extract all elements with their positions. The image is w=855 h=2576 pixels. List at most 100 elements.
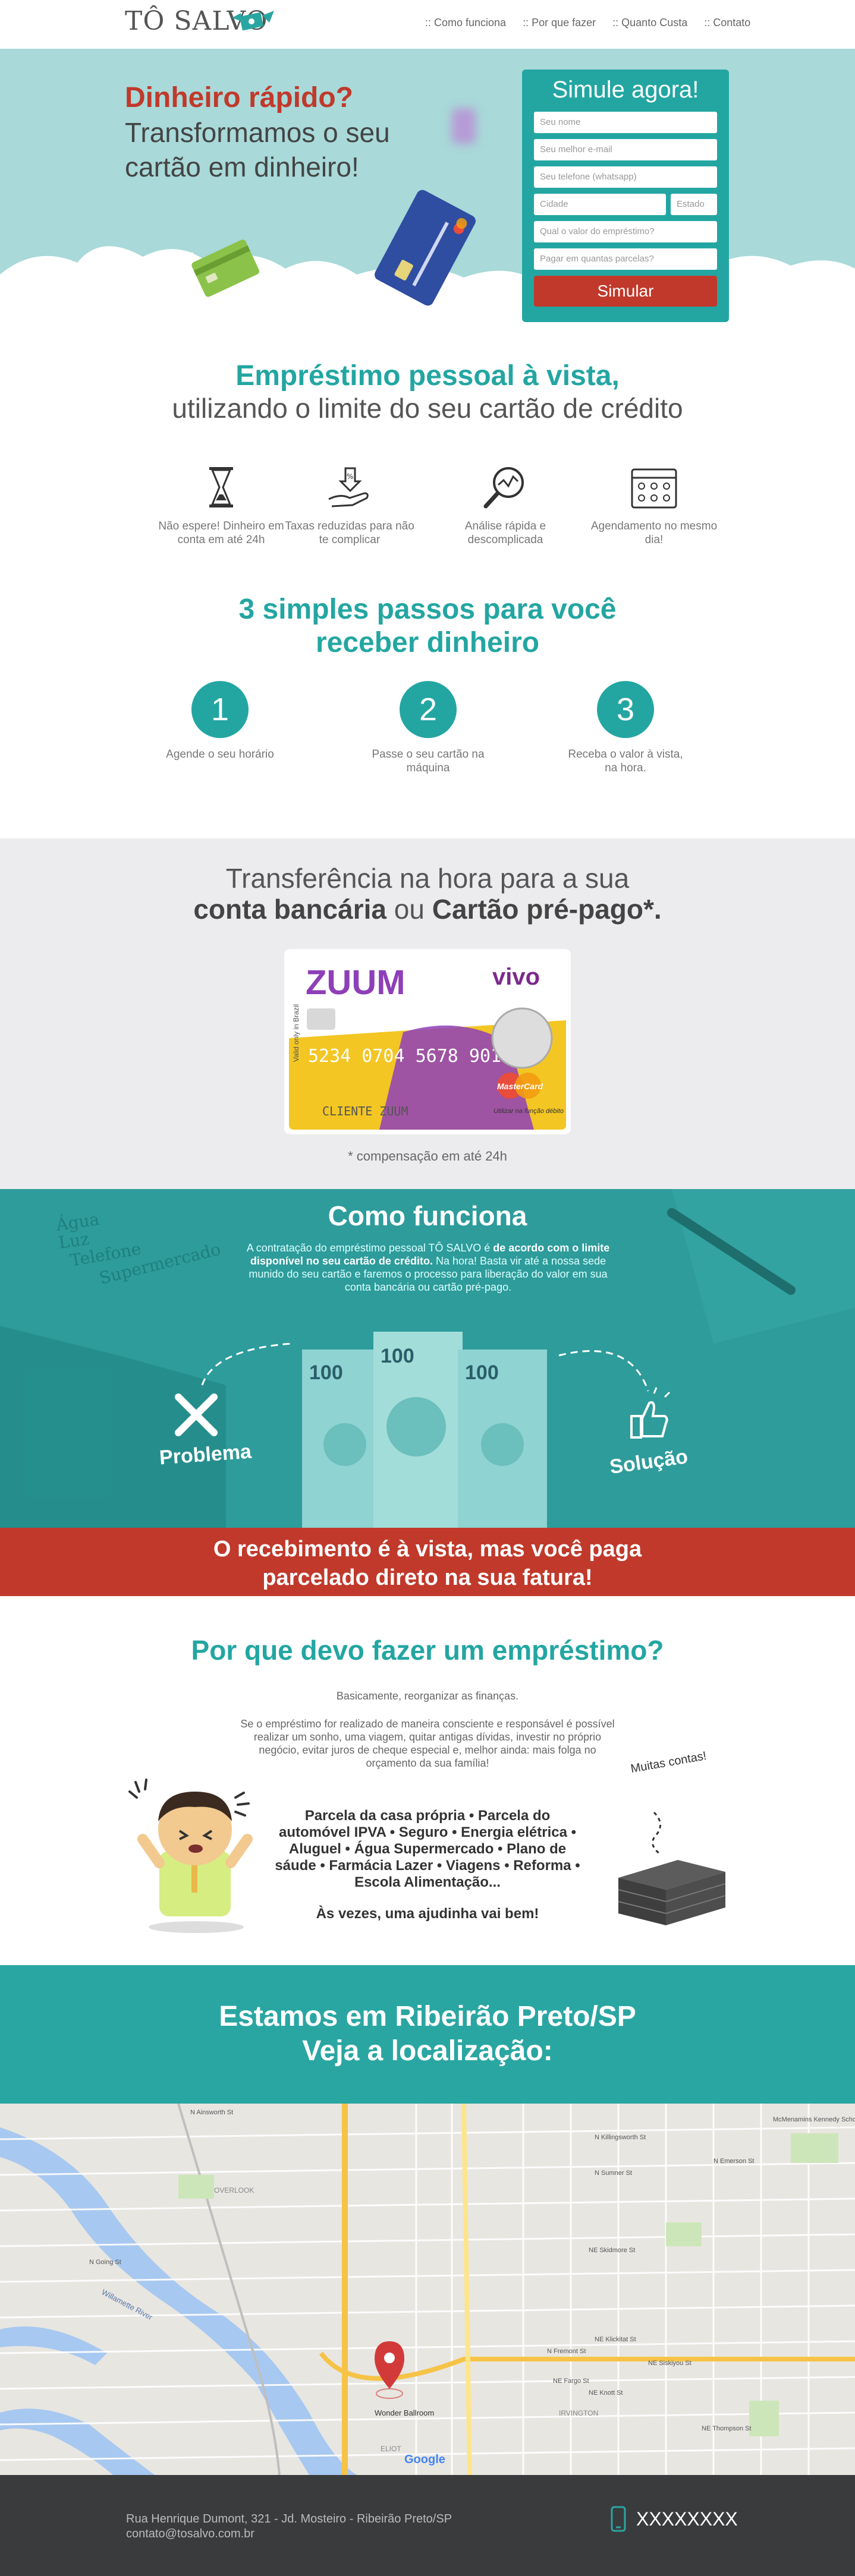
- step-text: Agende o seu horário: [166, 748, 274, 761]
- state-input[interactable]: Estado: [671, 194, 717, 215]
- transfer-section: Transferência na hora para a sua conta b…: [0, 838, 855, 1189]
- money-bills-illustration: 100 100 100: [302, 1332, 547, 1528]
- step-number: 3: [597, 681, 654, 738]
- card-debit-note: Utilizar na função débito: [493, 1108, 564, 1115]
- transfer-or: ou: [386, 894, 432, 925]
- como-funciona-section: Água Luz Telefone Supermercado 100 100 1…: [0, 1189, 855, 1528]
- steps-title-line2: receber dinheiro: [315, 627, 540, 658]
- step-number: 1: [191, 681, 249, 738]
- hourglass-icon: [209, 467, 233, 507]
- blue-card-illustration: [375, 190, 476, 306]
- zuum-card: ZUUM vivo 5234 0704 5678 9012 CLIENTE ZU…: [289, 954, 566, 1130]
- feature-text: Análise rápida e descomplicada: [464, 520, 546, 546]
- map-embed[interactable]: N Ainsworth St N Killingsworth St N Emer…: [0, 2104, 855, 2475]
- nav-quanto-custa[interactable]: :: Quanto Custa: [612, 17, 687, 29]
- nav-contato[interactable]: :: Contato: [704, 17, 750, 29]
- hero-subtitle: Transformamos o seu cartão em dinheiro!: [125, 117, 390, 182]
- feature-text: Agendamento no mesmo dia!: [590, 520, 718, 546]
- footer: Rua Henrique Dumont, 321 - Jd. Mosteiro …: [0, 2475, 855, 2576]
- simulate-button[interactable]: Simular: [534, 276, 717, 307]
- zuum-card-image: ZUUM vivo 5234 0704 5678 9012 CLIENTE ZU…: [284, 949, 571, 1134]
- steps-title-line1: 3 simples passos para você: [238, 594, 617, 625]
- loan-value-input[interactable]: Qual o valor do empréstimo?: [534, 221, 717, 242]
- feature-item: Não espere! Dinheiro em conta em até 24h: [156, 464, 287, 547]
- map-label: McMenamins Kennedy School: [773, 2116, 855, 2123]
- simulation-form: Simule agora! Seu nome Seu melhor e-mail…: [522, 70, 729, 322]
- intro-title: Empréstimo pessoal à vista,: [235, 360, 620, 392]
- map-label: NE Thompson St: [702, 2425, 752, 2432]
- steps-title: 3 simples passos para você receber dinhe…: [0, 593, 855, 660]
- transfer-subtitle: conta bancária ou Cartão pré-pago*.: [0, 893, 855, 925]
- top-navbar: TÔ SALVO :: Como funciona :: Por que faz…: [0, 0, 855, 49]
- map-canvas[interactable]: N Ainsworth St N Killingsworth St N Emer…: [0, 2104, 855, 2475]
- svg-text:100: 100: [309, 1361, 343, 1384]
- hand-percent-icon: %: [328, 467, 369, 507]
- step-item: 1 Agende o seu horário: [161, 681, 279, 761]
- como-funciona-text: A contratação do empréstimo pessoal TÔ S…: [235, 1241, 621, 1294]
- como-funciona-title: Como funciona: [328, 1200, 527, 1231]
- city-input[interactable]: Cidade: [534, 194, 666, 215]
- phone-input[interactable]: Seu telefone (whatsapp): [534, 166, 717, 188]
- name-input[interactable]: Seu nome: [534, 112, 717, 133]
- map-label: OVERLOOK: [214, 2186, 254, 2195]
- card-number: 5234 0704 5678 9012: [308, 1046, 512, 1067]
- location-subtitle: Veja a localização:: [302, 2035, 553, 2067]
- transfer-bank: conta bancária: [193, 894, 386, 925]
- map-label: ELIOT: [381, 2445, 401, 2453]
- footer-address: Rua Henrique Dumont, 321 - Jd. Mosteiro …: [126, 2512, 452, 2525]
- map-label: N Sumner St: [595, 2170, 632, 2177]
- why-title: Por que devo fazer um empréstimo?: [191, 1635, 664, 1666]
- form-title: Simule agora!: [552, 77, 699, 103]
- transfer-note: * compensação em até 24h: [348, 1149, 507, 1164]
- hero-title: Dinheiro rápido?: [125, 82, 353, 113]
- magnifier-chart-icon: [483, 467, 524, 509]
- map-label: N Going St: [89, 2259, 121, 2266]
- map-label: NE Fargo St: [553, 2378, 589, 2385]
- why-lead: Basicamente, reorganizar as finanças.: [336, 1690, 519, 1702]
- footer-contact: Rua Henrique Dumont, 321 - Jd. Mosteiro …: [126, 2512, 452, 2542]
- google-logo: Google: [404, 2453, 445, 2466]
- blurred-card-decoration: [452, 108, 476, 144]
- mastercard-label: MasterCard: [497, 1082, 543, 1091]
- phone-icon: [611, 2506, 626, 2532]
- step-number: 2: [400, 681, 457, 738]
- footer-phone[interactable]: XXXXXXXX: [636, 2508, 738, 2530]
- feature-item: % Taxas reduzidas para não te complicar: [284, 464, 415, 547]
- nav-por-que-fazer[interactable]: :: Por que fazer: [523, 17, 596, 29]
- transfer-prepaid: Cartão pré-pago*.: [432, 894, 662, 925]
- card-holder: CLIENTE ZUUM: [322, 1104, 408, 1118]
- feature-item: Análise rápida e descomplicada: [440, 464, 571, 547]
- expenses-list: Parcela da casa própria • Parcela do aut…: [275, 1808, 580, 1890]
- step-text: Receba o valor à vista, na hora.: [568, 748, 683, 774]
- why-paragraph: Se o empréstimo for realizado de maneira…: [240, 1718, 615, 1769]
- map-label: IRVINGTON: [559, 2409, 598, 2417]
- map-label: N Ainsworth St: [190, 2109, 233, 2116]
- step-text: Passe o seu cartão na máquina: [372, 748, 485, 774]
- payment-banner: O recebimento é à vista, mas você paga p…: [0, 1528, 855, 1596]
- installments-input[interactable]: Pagar em quantas parcelas?: [534, 248, 717, 270]
- map-label: NE Skidmore St: [589, 2247, 635, 2254]
- map-label: N Fremont St: [547, 2348, 586, 2355]
- green-card-illustration: [181, 239, 276, 297]
- location-title: Estamos em Ribeirão Preto/SP: [219, 2001, 636, 2032]
- intro-subtitle: utilizando o limite do seu cartão de cré…: [172, 393, 683, 424]
- footer-email[interactable]: contato@tosalvo.com.br: [126, 2527, 452, 2542]
- step-item: 2 Passe o seu cartão na máquina: [369, 681, 488, 775]
- map-label: NE Siskiyou St: [648, 2360, 691, 2367]
- map-label: Wonder Ballroom: [375, 2408, 434, 2417]
- map-label: NE Knott St: [589, 2389, 623, 2397]
- many-bills-bubble: Muitas contas!: [630, 1749, 708, 1776]
- map-label: N Emerson St: [713, 2158, 754, 2165]
- calendar-icon: [631, 468, 677, 509]
- email-input[interactable]: Seu melhor e-mail: [534, 139, 717, 160]
- step-item: 3 Receba o valor à vista, na hora.: [566, 681, 685, 775]
- transfer-title: Transferência na hora para a sua: [225, 863, 630, 894]
- map-label: N Killingsworth St: [595, 2134, 646, 2141]
- bills-stack-illustration: [618, 1811, 726, 1925]
- como-text-a: A contratação do empréstimo pessoal TÔ S…: [246, 1242, 493, 1254]
- nav-como-funciona[interactable]: :: Como funciona: [425, 17, 506, 29]
- card-side-text: Valid only in Brazil: [292, 1004, 300, 1062]
- feature-text: Não espere! Dinheiro em conta em até 24h: [158, 520, 284, 546]
- map-label: NE Klickitat St: [595, 2336, 636, 2343]
- feature-text: Taxas reduzidas para não te complicar: [285, 520, 414, 546]
